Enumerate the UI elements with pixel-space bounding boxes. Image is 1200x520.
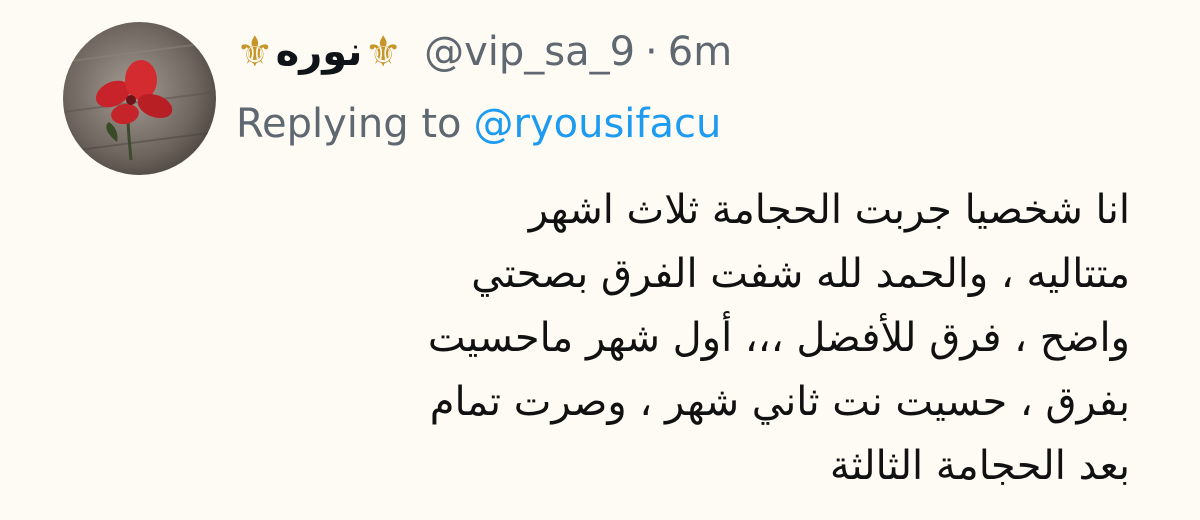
avatar-image [63, 22, 216, 175]
replying-to-label: Replying to [236, 101, 462, 147]
display-name[interactable]: ⚜ نوره ⚜ [236, 29, 402, 75]
timestamp[interactable]: 6m [668, 29, 732, 75]
tweet-text-line: بفرق ، حسيت نت ثاني شهر ، وصرت تمام [429, 379, 1130, 425]
separator-dot: · [645, 29, 658, 75]
avatar[interactable] [63, 22, 216, 175]
tweet-text-line: بعد الحجامة الثالثة [829, 443, 1130, 489]
tweet-text-line: انا شخصيا جربت الحجامة ثلاث اشهر [528, 187, 1130, 233]
tweet-header: ⚜ نوره ⚜ @vip_sa_9 · 6m [236, 24, 732, 80]
fleur-de-lis-icon: ⚜ [236, 27, 274, 76]
reply-handle-link[interactable]: @ryousifacu [474, 101, 722, 147]
tweet[interactable]: ⚜ نوره ⚜ @vip_sa_9 · 6m Replying to @ryo… [0, 0, 1200, 520]
user-handle[interactable]: @vip_sa_9 [424, 29, 635, 75]
tweet-text: انا شخصيا جربت الحجامة ثلاث اشهر متتاليه… [330, 178, 1130, 498]
tweet-text-line: متتاليه ، والحمد لله شفت الفرق بصحتي [471, 251, 1130, 297]
replying-to: Replying to @ryousifacu [236, 96, 721, 152]
fleur-de-lis-icon: ⚜ [364, 27, 403, 76]
display-name-text: نوره [275, 29, 363, 75]
tweet-text-line: واضح ، فرق للأفضل ،،، أول شهر ماحسيت [427, 315, 1130, 361]
